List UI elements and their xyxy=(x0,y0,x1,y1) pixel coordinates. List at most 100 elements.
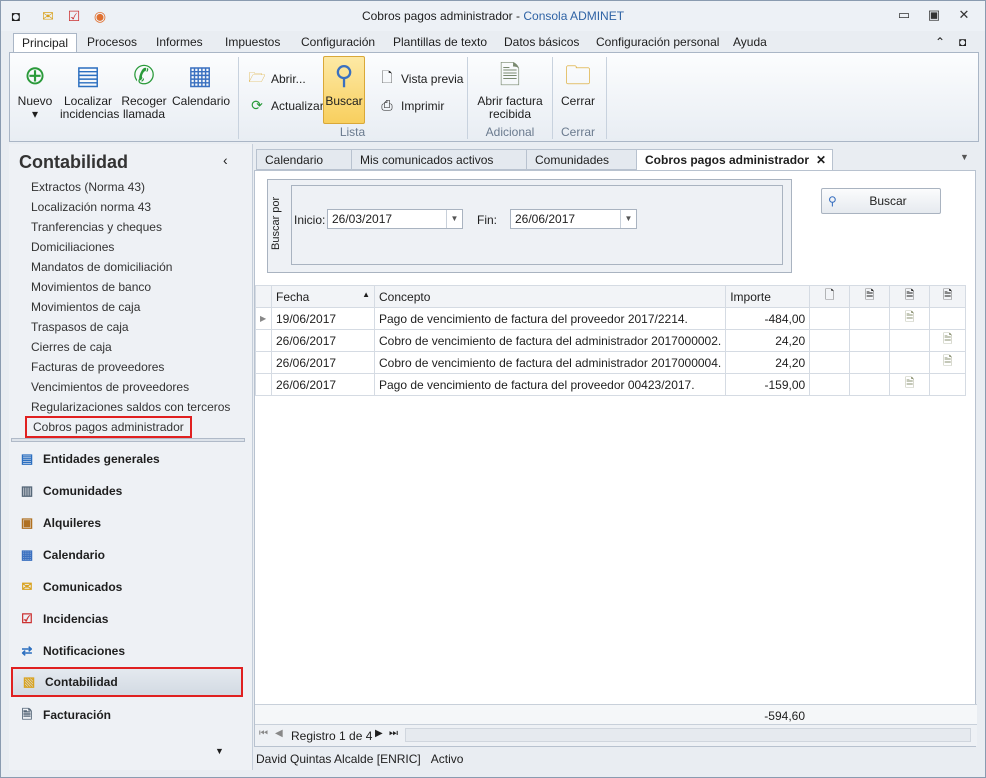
cell-importe: 24,20 xyxy=(725,351,811,374)
inicio-date-field[interactable]: 26/03/2017 ▼ xyxy=(327,209,463,229)
main-area: Calendario Mis comunicados activos Comun… xyxy=(254,144,978,747)
sidebar-link-cobros-pagos[interactable]: Cobros pagos administrador xyxy=(25,416,192,438)
fin-date-field[interactable]: 26/06/2017 ▼ xyxy=(510,209,637,229)
nav-calendario[interactable]: ▦ Calendario xyxy=(11,540,243,570)
accounting-icon: ▧ xyxy=(22,674,36,689)
nav-notificaciones[interactable]: ⇄ Notificaciones xyxy=(11,636,243,666)
nav-entidades-generales[interactable]: ▤ Entidades generales xyxy=(11,444,243,474)
minimize-button[interactable]: ▭ xyxy=(891,7,917,25)
nav-comunicados[interactable]: ✉ Comunicados xyxy=(11,572,243,602)
invoice-icon[interactable]: 🗎 xyxy=(929,351,967,374)
first-record-button[interactable]: ⏮ xyxy=(259,728,268,739)
invoice-icon[interactable]: 🗎 xyxy=(929,285,967,308)
column-header-fecha[interactable]: Fecha ▲ xyxy=(271,285,375,308)
horizontal-scrollbar[interactable] xyxy=(405,728,971,742)
empty-cell xyxy=(809,373,851,396)
close-button[interactable]: ✕ xyxy=(951,7,977,25)
doc-tab-comunicados[interactable]: Mis comunicados activos xyxy=(351,149,527,170)
sidebar-link[interactable]: Facturas de proveedores xyxy=(31,360,164,374)
row-indicator-header xyxy=(255,285,272,308)
sidebar-link[interactable]: Tranferencias y cheques xyxy=(31,220,162,234)
mail-icon[interactable]: ✉ xyxy=(39,7,57,25)
more-nav-icon[interactable]: ▼ xyxy=(215,746,224,756)
maximize-button[interactable]: ▣ xyxy=(921,7,947,25)
tab-principal[interactable]: Principal xyxy=(13,33,78,53)
table-row[interactable]: ▶ 19/06/2017 Pago de vencimiento de factur… xyxy=(255,307,967,330)
phone-icon: ✆ xyxy=(133,60,155,90)
sidebar-link[interactable]: Localización norma 43 xyxy=(31,200,151,214)
last-record-button[interactable]: ⏭ xyxy=(389,728,398,739)
cerrar-button[interactable]: 🗀 Cerrar xyxy=(556,59,600,108)
doc-tab-calendario[interactable]: Calendario xyxy=(256,149,352,170)
refresh-icon: ⟳ xyxy=(251,97,263,113)
nuevo-button[interactable]: ⊕ Nuevo ▾ xyxy=(14,59,56,121)
column-header-importe[interactable]: Importe xyxy=(725,285,811,308)
sidebar-link[interactable]: Vencimientos de proveedores xyxy=(31,380,189,394)
abrir-button[interactable]: 🗁 Abrir... xyxy=(248,67,305,91)
entities-icon: ▤ xyxy=(20,451,34,466)
chevron-down-icon[interactable]: ▼ xyxy=(446,210,462,228)
table-row[interactable]: 26/06/2017 Cobro de vencimiento de factur… xyxy=(255,329,967,352)
sidebar-link[interactable]: Movimientos de caja xyxy=(31,300,140,314)
new-document-icon: ⊕ xyxy=(24,60,46,90)
abrir-factura-recibida-button[interactable]: 🗎 Abrir factura recibida xyxy=(472,59,548,121)
prev-record-button[interactable]: ◀ xyxy=(275,728,283,739)
tab-impuestos[interactable]: Impuestos xyxy=(217,33,288,53)
record-navigator: ⏮ ◀ Registro 1 de 4 ▶ ⏭ xyxy=(255,724,977,746)
doc-tab-cobros-pagos[interactable]: Cobros pagos administrador ✕ xyxy=(636,149,833,171)
tab-configuracion[interactable]: Configuración xyxy=(293,33,383,53)
nav-comunidades[interactable]: ▥ Comunidades xyxy=(11,476,243,506)
nav-incidencias[interactable]: ☑ Incidencias xyxy=(11,604,243,634)
table-row[interactable]: 26/06/2017 Pago de vencimiento de factura… xyxy=(255,373,967,396)
actualizar-button[interactable]: ⟳ Actualizar xyxy=(248,97,324,114)
signal-icon[interactable]: ◉ xyxy=(91,7,109,25)
column-header-concepto[interactable]: Concepto xyxy=(373,285,727,308)
sidebar-link[interactable]: Cierres de caja xyxy=(31,340,112,354)
invoice-icon[interactable]: 🗎 xyxy=(929,329,967,352)
sidebar-link[interactable]: Mandatos de domiciliación xyxy=(31,260,172,274)
imprimir-button[interactable]: ⎙ Imprimir xyxy=(378,97,444,114)
tasks-icon[interactable]: ☑ xyxy=(65,7,83,25)
tab-procesos[interactable]: Procesos xyxy=(79,33,145,53)
collapse-ribbon-icon[interactable]: ⌃ xyxy=(927,33,953,53)
sidebar-link[interactable]: Traspasos de caja xyxy=(31,320,129,334)
tab-plantillas[interactable]: Plantillas de texto xyxy=(385,33,495,53)
group-label-adicional: Adicional xyxy=(485,125,535,139)
sidebar-link[interactable]: Regularizaciones saldos con terceros xyxy=(31,400,230,414)
sidebar-link[interactable]: Extractos (Norma 43) xyxy=(31,180,145,194)
document-stamp-icon[interactable]: 🗎 xyxy=(849,285,891,308)
nav-contabilidad[interactable]: ▧ Contabilidad xyxy=(11,667,243,697)
next-record-button[interactable]: ▶ xyxy=(375,728,383,739)
tab-datos-basicos[interactable]: Datos básicos xyxy=(496,33,587,53)
table-row[interactable]: 26/06/2017 Cobro de vencimiento de factur… xyxy=(255,351,967,374)
nav-alquileres[interactable]: ▣ Alquileres xyxy=(11,508,243,538)
sidebar-link[interactable]: Movimientos de banco xyxy=(31,280,151,294)
chevron-down-icon[interactable]: ▼ xyxy=(620,210,636,228)
cell-concepto: Pago de vencimiento de factura del prove… xyxy=(373,373,727,396)
fin-label: Fin: xyxy=(477,213,498,227)
tab-ayuda[interactable]: Ayuda xyxy=(725,33,775,53)
nav-facturacion[interactable]: 🗎 Facturación xyxy=(11,700,243,730)
search-panel: Buscar por Inicio: 26/03/2017 ▼ Fin: 26/0… xyxy=(267,179,792,273)
vista-previa-button[interactable]: 🗋 Vista previa xyxy=(378,67,463,91)
calendario-button[interactable]: ▦ Calendario xyxy=(172,59,230,108)
invoice-icon[interactable]: 🗎 xyxy=(889,285,931,308)
help-icon[interactable]: ◘ xyxy=(951,33,974,53)
collapse-sidebar-icon[interactable]: ‹ xyxy=(223,152,228,168)
recoger-llamada-button[interactable]: ✆ Recoger llamada xyxy=(120,59,168,121)
invoice-icon[interactable]: 🗎 xyxy=(889,373,931,396)
close-tab-icon[interactable]: ✕ xyxy=(816,150,826,170)
sidebar-link[interactable]: Domiciliaciones xyxy=(31,240,114,254)
app-icon[interactable]: ◘ xyxy=(7,7,25,25)
buscar-button[interactable]: ⚲ Buscar xyxy=(323,56,365,124)
document-icon[interactable]: 🗋 xyxy=(809,285,851,308)
search-button[interactable]: ⚲ Buscar xyxy=(821,188,941,214)
splitter[interactable] xyxy=(11,438,245,442)
doc-tab-comunidades[interactable]: Comunidades xyxy=(526,149,637,170)
folder-open-icon: 🗁 xyxy=(248,69,266,85)
localizar-incidencias-button[interactable]: ▤ Localizar incidencias xyxy=(60,59,119,121)
invoice-icon[interactable]: 🗎 xyxy=(889,307,931,330)
tab-configuracion-personal[interactable]: Configuración personal xyxy=(588,33,727,53)
tab-list-icon[interactable]: ▼ xyxy=(960,152,969,162)
tab-informes[interactable]: Informes xyxy=(148,33,211,53)
